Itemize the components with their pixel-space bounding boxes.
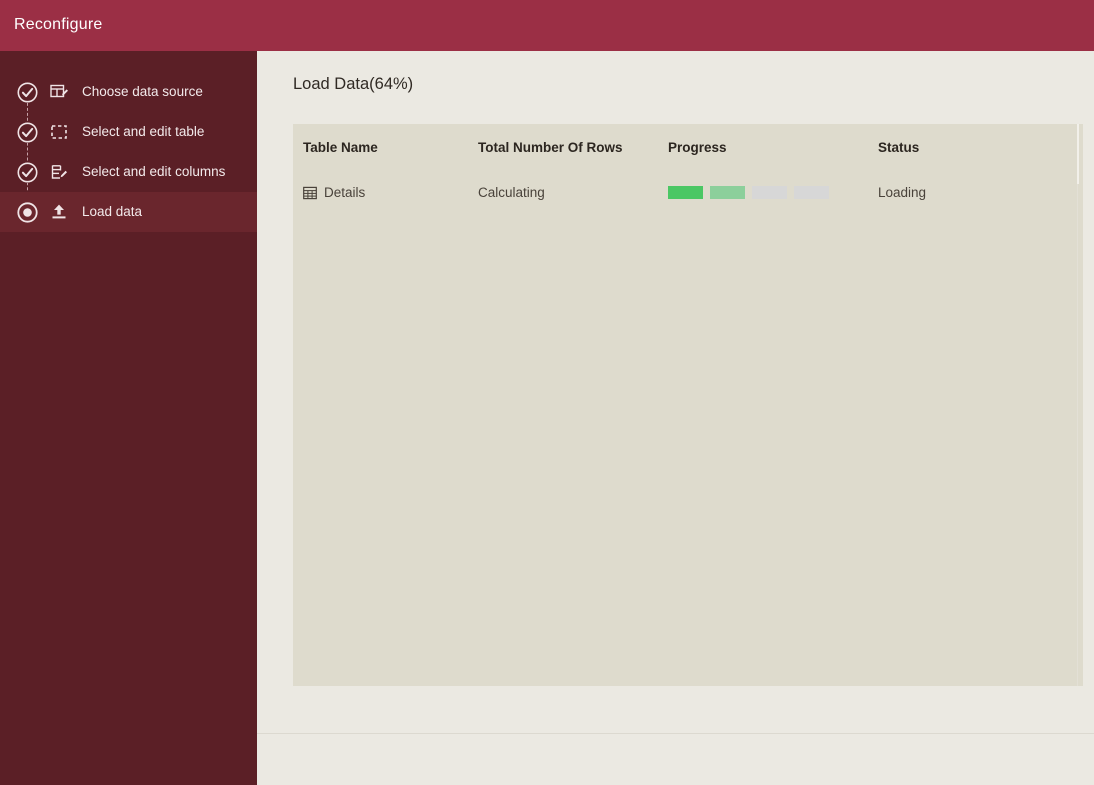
sidebar-step-load-data[interactable]: Load data (0, 192, 257, 232)
table-row[interactable]: Details Calculating Loading (293, 170, 1083, 215)
check-circle-icon (17, 121, 38, 143)
select-table-icon (48, 121, 70, 143)
sidebar-step-label: Choose data source (82, 84, 203, 99)
progress-segment-4 (794, 186, 829, 199)
edit-columns-icon (48, 161, 70, 183)
column-header-progress: Progress (668, 139, 727, 155)
progress-segment-1 (668, 186, 703, 199)
progress-segment-3 (752, 186, 787, 199)
dialog-footer: OK (257, 734, 1094, 785)
cell-total-rows: Calculating (478, 185, 545, 200)
sidebar-step-label: Load data (82, 204, 143, 219)
load-progress-table: Table Name Total Number Of Rows Progress… (293, 124, 1083, 686)
sidebar-step-select-and-edit-table[interactable]: Select and edit table (0, 112, 257, 152)
column-header-status: Status (878, 139, 920, 155)
column-header-total-rows: Total Number Of Rows (478, 139, 623, 155)
sidebar-step-choose-data-source[interactable]: Choose data source (0, 72, 257, 112)
cell-table-name: Details (293, 185, 468, 200)
data-source-icon (48, 81, 70, 103)
sidebar-step-label: Select and edit columns (82, 164, 226, 179)
check-circle-icon (17, 161, 38, 183)
progress-indicator (668, 186, 829, 199)
cell-status: Loading (878, 185, 927, 200)
progress-segment-2 (710, 186, 745, 199)
sidebar-step-label: Select and edit table (82, 124, 205, 139)
reconfigure-dialog: Reconfigure Choose data source Select an… (0, 0, 1094, 785)
wizard-sidebar: Choose data source Select and edit table (0, 51, 257, 785)
sidebar-step-select-and-edit-columns[interactable]: Select and edit columns (0, 152, 257, 192)
cell-progress (658, 186, 868, 199)
grid-table-icon (303, 186, 317, 200)
table-scrollbar[interactable] (1077, 124, 1081, 686)
upload-icon (48, 201, 70, 223)
page-title: Load Data(64%) (293, 75, 414, 93)
scrollbar-thumb[interactable] (1077, 124, 1079, 184)
title-bar: Reconfigure (0, 0, 1094, 51)
table-name-text: Details (324, 185, 366, 200)
table-header-row: Table Name Total Number Of Rows Progress… (293, 124, 1083, 170)
current-step-dot-icon (17, 201, 38, 223)
column-header-table-name: Table Name (303, 139, 378, 155)
wizard-step-list: Choose data source Select and edit table (0, 51, 257, 232)
window-title: Reconfigure (14, 16, 103, 33)
check-circle-icon (17, 81, 38, 103)
main-content: Load Data(64%) Table Name Total Number O… (257, 51, 1094, 785)
scrollbar-track[interactable] (1077, 184, 1078, 686)
table-body: Details Calculating Loading (293, 170, 1083, 215)
